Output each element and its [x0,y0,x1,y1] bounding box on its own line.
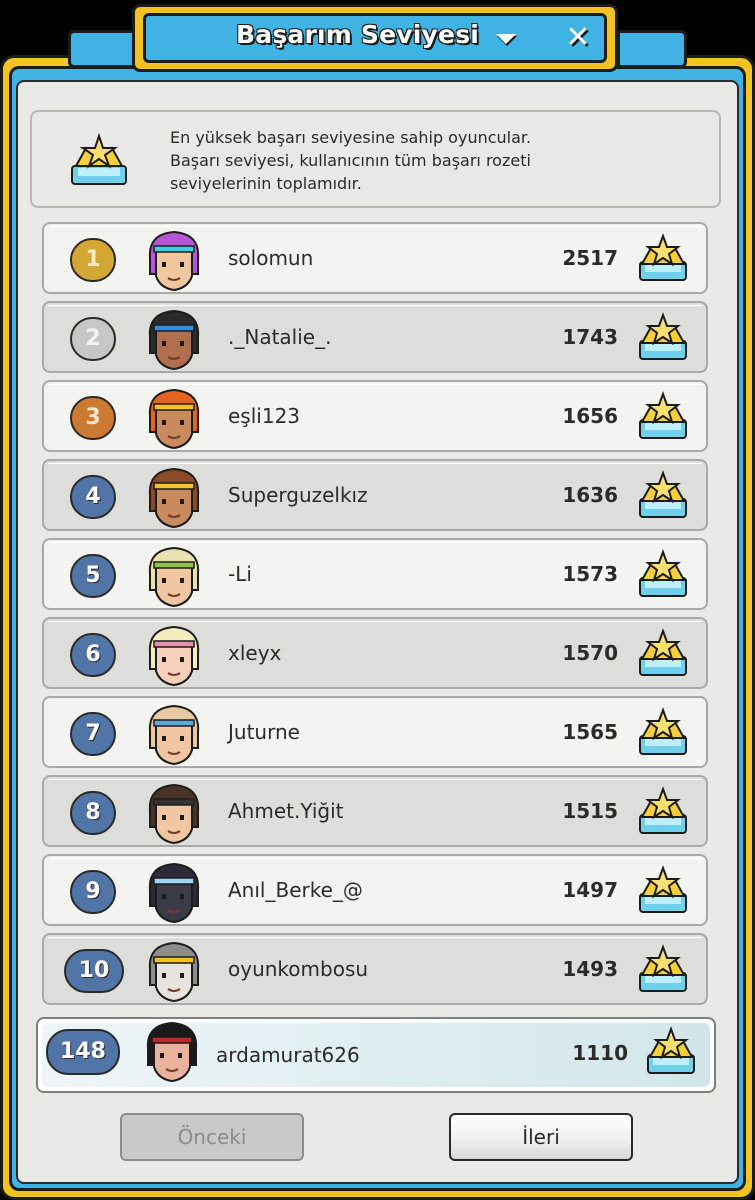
avatar [148,783,200,845]
leaderboard-row[interactable]: 1 solomun 2517 [42,222,708,294]
rank-badge: 3 [70,396,116,440]
info-box: En yüksek başarı seviyesine sahip oyuncu… [30,110,721,208]
info-line: Başarı seviyesi, kullanıcının tüm başarı… [170,151,531,170]
info-line: seviyelerinin toplamıdır. [170,174,362,193]
player-score: 1110 [572,1041,628,1065]
leaderboard-row[interactable]: 7 Juturne 1565 [42,696,708,768]
player-score: 1565 [562,720,618,744]
player-name[interactable]: xleyx [228,641,281,665]
player-score: 1497 [562,878,618,902]
player-name[interactable]: Anıl_Berke_@ [228,878,363,902]
achievement-crown-icon [639,628,687,676]
avatar [148,941,200,1003]
achievement-crown-icon [639,233,687,281]
avatar [148,230,200,292]
player-name[interactable]: ardamurat626 [216,1043,360,1067]
avatar [148,546,200,608]
player-name[interactable]: -Li [228,562,252,586]
player-score: 1493 [562,957,618,981]
chevron-down-icon[interactable] [496,34,516,44]
window-title: Başarım Seviyesi [236,20,480,49]
achievement-crown-icon [639,549,687,597]
next-button[interactable]: İleri [449,1113,633,1161]
player-name[interactable]: eşli123 [228,404,300,428]
player-score: 1636 [562,483,618,507]
avatar [148,467,200,529]
achievement-crown-icon [639,786,687,834]
achievement-crown-icon [639,865,687,913]
leaderboard-row[interactable]: 3 eşli123 1656 [42,380,708,452]
player-name[interactable]: Superguzelkız [228,483,368,507]
rank-badge: 9 [70,870,116,914]
achievement-crown-icon [71,132,127,185]
avatar [146,1021,198,1083]
leaderboard-row[interactable]: 2 ._Natalie_. 1743 [42,301,708,373]
info-line: En yüksek başarı seviyesine sahip oyuncu… [170,128,532,147]
rank-badge: 5 [70,554,116,598]
rank-badge: 7 [70,712,116,756]
rank-badge: 8 [70,791,116,835]
title-tab-notch-left [68,30,138,68]
title-tab-notch-right [617,30,687,68]
avatar [148,704,200,766]
leaderboard-row[interactable]: 8 Ahmet.Yiğit 1515 [42,775,708,847]
leaderboard-row[interactable]: 5 -Li 1573 [42,538,708,610]
rank-badge: 4 [70,475,116,519]
player-score: 2517 [562,246,618,270]
player-score: 1570 [562,641,618,665]
achievement-crown-icon [639,391,687,439]
avatar [148,388,200,450]
close-icon[interactable]: ✕ [560,20,596,56]
rank-badge: 148 [46,1029,120,1075]
leaderboard-row[interactable]: 10 oyunkombosu 1493 [42,933,708,1005]
avatar [148,309,200,371]
leaderboard-row[interactable]: 6 xleyx 1570 [42,617,708,689]
player-score: 1573 [562,562,618,586]
leaderboard-row[interactable]: 9 Anıl_Berke_@ 1497 [42,854,708,926]
avatar [148,862,200,924]
player-name[interactable]: Ahmet.Yiğit [228,799,344,823]
leaderboard-row[interactable]: 4 Superguzelkız 1636 [42,459,708,531]
player-name[interactable]: ._Natalie_. [228,325,331,349]
rank-badge: 6 [70,633,116,677]
achievement-crown-icon [639,312,687,360]
player-score: 1515 [562,799,618,823]
achievement-crown-icon [647,1026,695,1074]
info-text: En yüksek başarı seviyesine sahip oyuncu… [170,126,710,195]
current-user-row[interactable]: 148 ardamurat626 1110 [36,1017,716,1093]
player-name[interactable]: oyunkombosu [228,957,368,981]
player-score: 1743 [562,325,618,349]
previous-button[interactable]: Önceki [120,1113,304,1161]
rank-badge: 2 [70,317,116,361]
player-score: 1656 [562,404,618,428]
rank-badge: 1 [70,238,116,282]
avatar [148,625,200,687]
achievement-crown-icon [639,944,687,992]
rank-badge: 10 [64,949,124,993]
player-name[interactable]: solomun [228,246,313,270]
achievement-crown-icon [639,707,687,755]
player-name[interactable]: Juturne [228,720,300,744]
achievement-crown-icon [639,470,687,518]
